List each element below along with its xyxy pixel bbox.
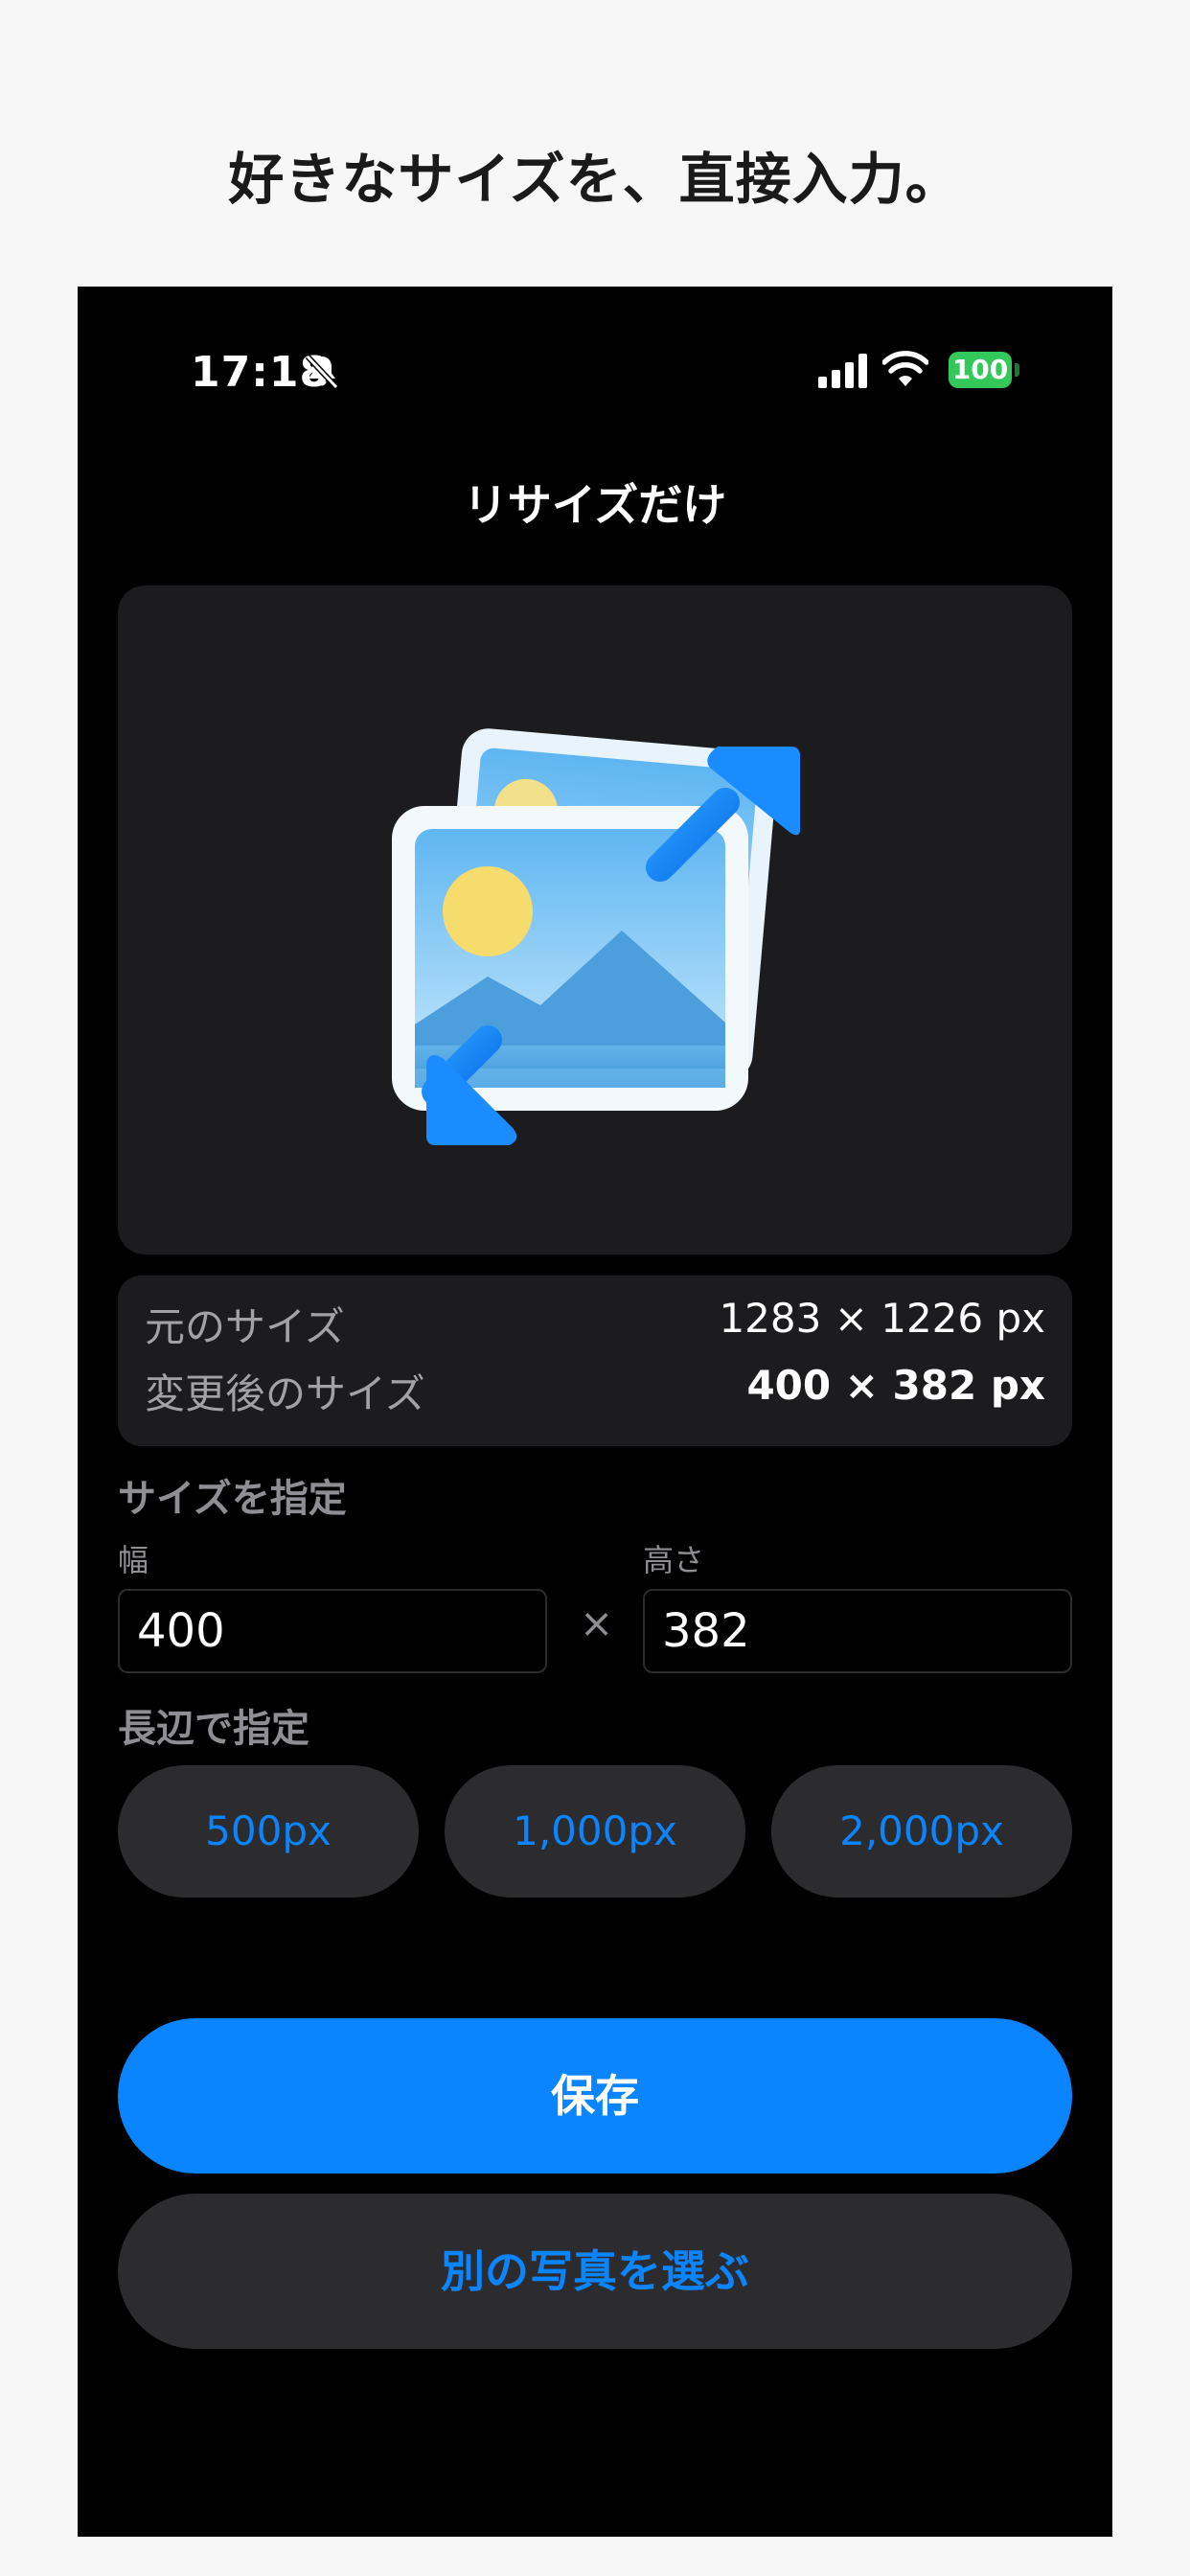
long-side-title: 長辺で指定	[118, 1707, 309, 1751]
resized-size-label: 変更後のサイズ	[145, 1370, 425, 1417]
resized-size-value: 400 × 382 px	[746, 1362, 1045, 1409]
status-bar: 17:18 100	[78, 344, 1112, 402]
original-size-row: 元のサイズ 1283 × 1226 px	[145, 1295, 1045, 1352]
original-size-label: 元のサイズ	[145, 1303, 345, 1350]
wifi-icon	[882, 351, 928, 386]
times-sign: ×	[580, 1599, 614, 1646]
preset-500-button[interactable]: 500px	[118, 1765, 419, 1898]
height-input[interactable]: 382	[643, 1589, 1072, 1673]
app-store-screenshot: 好きなサイズを、直接入力。 17:18 100 リサイズだけ 元のサイズ 128…	[0, 0, 1190, 2576]
battery-icon: 100	[949, 352, 1012, 388]
choose-another-photo-button[interactable]: 別の写真を選ぶ	[118, 2194, 1072, 2349]
original-size-value: 1283 × 1226 px	[719, 1295, 1045, 1342]
nav-title: リサイズだけ	[463, 479, 727, 531]
cellular-signal-icon	[818, 354, 867, 388]
bell-slash-icon	[305, 354, 339, 390]
phone-screen: 17:18 100 リサイズだけ 元のサイズ 1283 × 1226 px 変更…	[78, 287, 1112, 2537]
battery-tip	[1015, 363, 1019, 377]
preset-2000-button[interactable]: 2,000px	[771, 1765, 1072, 1898]
size-info-card: 元のサイズ 1283 × 1226 px 変更後のサイズ 400 × 382 p…	[118, 1276, 1072, 1446]
promo-headline: 好きなサイズを、直接入力。	[228, 147, 962, 212]
image-preview[interactable]	[118, 586, 1072, 1254]
width-input[interactable]: 400	[118, 1589, 547, 1673]
size-spec-title: サイズを指定	[118, 1477, 347, 1521]
resized-size-row: 変更後のサイズ 400 × 382 px	[145, 1362, 1045, 1419]
preset-1000-button[interactable]: 1,000px	[445, 1765, 745, 1898]
image-resize-icon	[392, 728, 800, 1145]
width-label: 幅	[118, 1542, 149, 1578]
height-label: 高さ	[643, 1542, 705, 1578]
save-button[interactable]: 保存	[118, 2018, 1072, 2174]
